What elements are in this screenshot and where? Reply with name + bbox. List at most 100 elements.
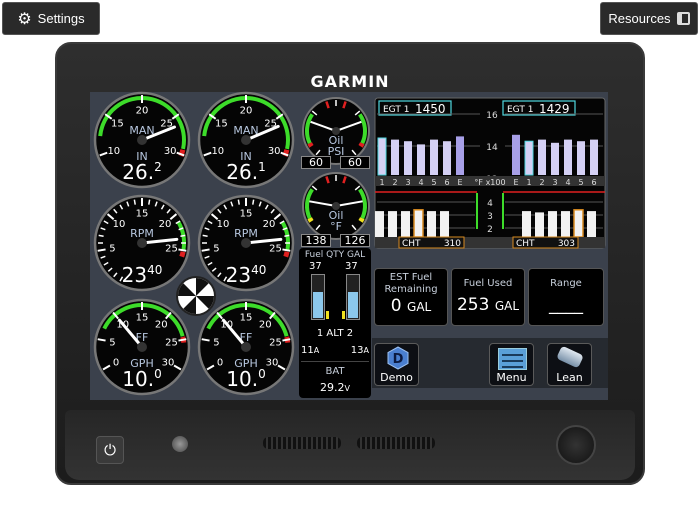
range-title: Range (550, 278, 582, 289)
minor-tick (133, 199, 136, 205)
tick-label: 20 (263, 219, 276, 230)
egt-cyl-label: 6 (444, 178, 449, 187)
fuel-left-low-marker (326, 311, 329, 319)
cht-bar (375, 211, 384, 237)
tick-label: 15 (111, 118, 124, 129)
egt-bar (590, 139, 598, 175)
gear-icon: ⚙ (17, 10, 32, 28)
egt-cyl-label: 3 (405, 178, 410, 187)
tick-label: 30 (162, 358, 175, 369)
major-tick (97, 338, 106, 342)
speaker-grille-left (263, 437, 341, 449)
red-limit-mark (283, 251, 290, 258)
egt-bar (538, 139, 546, 175)
est-fuel-remaining-box: EST Fuel Remaining 0 GAL (374, 268, 448, 326)
cht-bar (440, 211, 449, 237)
tick-label: 30 (268, 146, 281, 157)
egt-bar (551, 142, 559, 175)
demo-button[interactable]: D Demo (374, 343, 419, 386)
demo-hexagon-icon: D (387, 346, 409, 370)
egt-bar (430, 139, 438, 175)
cht-left-label: CHT (402, 239, 421, 249)
tick-label: 0 (113, 358, 119, 369)
est-fuel-value: 0 GAL (390, 296, 432, 316)
lean-mixture-icon (556, 345, 584, 369)
range-box: Range ____ (528, 268, 604, 326)
manifold-pressure-gauge-1: 1015202530MANIN26.2 (93, 91, 191, 189)
menu-button[interactable]: Menu (489, 343, 534, 386)
cht-bar (413, 209, 424, 238)
svg-text:D: D (393, 352, 404, 367)
amps-left: 11A (301, 345, 320, 356)
major-tick (178, 338, 187, 342)
tick-label: 20 (155, 320, 168, 331)
power-button[interactable]: ⏻ (96, 436, 124, 464)
cht-bar (522, 211, 531, 237)
battery-label: BAT (325, 366, 345, 377)
tick-label: 10 (211, 146, 224, 157)
fuel-level-fill (313, 291, 323, 318)
fuel-right-low-marker (342, 311, 345, 319)
fan-icon (176, 276, 216, 316)
cht-scale-label: 3 (487, 212, 493, 222)
tick-label: 0 (217, 358, 223, 369)
amps-right: 13A (350, 345, 369, 356)
egt-bar (456, 136, 464, 175)
divider (301, 361, 369, 362)
lean-button[interactable]: Lean (547, 343, 592, 386)
tick-label: 20 (259, 320, 272, 331)
egt-scale-label: 16 (486, 111, 498, 121)
tick-label: 5 (109, 244, 115, 255)
resources-button[interactable]: Resources (600, 2, 698, 35)
egt-cyl-label: E (513, 178, 518, 187)
fuel-quantity-panel: Fuel QTY GAL 37 37 1 ALT 2 11A 13A BAT 2… (299, 248, 371, 398)
fuel-tank-left-bar (311, 274, 325, 320)
battery-voltage: 29.2V (320, 381, 350, 394)
needle-hub (137, 135, 147, 145)
egt-bar (524, 140, 534, 176)
menu-list-icon (498, 348, 527, 370)
minor-tick (252, 199, 255, 205)
tick-label: 15 (240, 313, 253, 324)
fuel-left-capacity: 37 (309, 261, 322, 272)
settings-button[interactable]: ⚙ Settings (2, 2, 100, 35)
egt-cyl-label: 6 (591, 178, 596, 187)
egt-cyl-label: 2 (539, 178, 544, 187)
egt-bar (377, 137, 387, 176)
cht-right-label: CHT (516, 239, 535, 249)
cht-bar (561, 211, 570, 237)
minor-tick (284, 234, 290, 237)
tick-label: 10 (107, 146, 120, 157)
major-tick (282, 248, 291, 252)
egt-cyl-label: 2 (392, 178, 397, 187)
minor-tick (98, 234, 104, 237)
oil-psi-left-readout: 60 (301, 156, 331, 169)
egt-cyl-label: 3 (552, 178, 557, 187)
cht-left-value: 310 (444, 239, 461, 249)
fuel-used-box: Fuel Used 253 GAL (451, 268, 525, 326)
speaker-grille-right (357, 437, 435, 449)
oil-psi-right-readout: 60 (340, 156, 370, 169)
book-icon (676, 12, 690, 25)
oil-temp-gauge: Oil°F (302, 172, 370, 240)
fuel-level-fill (348, 291, 358, 318)
cht-right-value: 303 (558, 239, 575, 249)
red-limit-mark (179, 251, 186, 258)
light-sensor (172, 436, 188, 452)
est-fuel-title-2: Remaining (384, 284, 438, 295)
tick-label: 15 (240, 209, 253, 220)
tick-label: 15 (136, 313, 149, 324)
cht-scale-label: 2 (487, 225, 493, 235)
cht-bar (535, 212, 544, 237)
needle-hub (137, 342, 147, 352)
cht-bar (388, 211, 397, 237)
device-chin (65, 410, 635, 480)
egt-cht-panel: EGT 11450EGT 11429161412123456EE123456°F… (374, 97, 606, 249)
needle-hub (241, 342, 251, 352)
egt-cyl-label: 5 (431, 178, 436, 187)
control-knob[interactable] (556, 425, 596, 465)
needle-hub (137, 238, 147, 248)
major-tick (282, 338, 291, 342)
brand-logo: GARMIN (310, 72, 390, 91)
tick-label: 20 (159, 219, 172, 230)
